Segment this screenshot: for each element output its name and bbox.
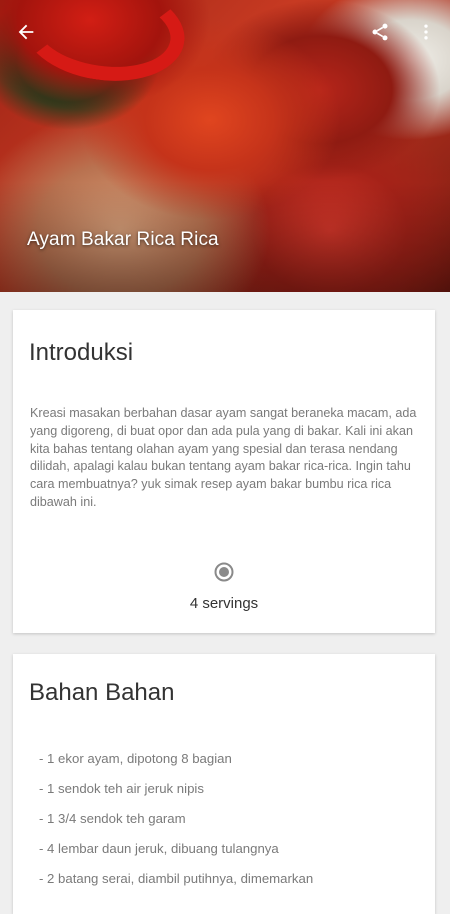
ingredient-item: - 1 3/4 sendok teh garam: [39, 811, 186, 826]
ingredient-item: - 1 ekor ayam, dipotong 8 bagian: [39, 751, 232, 766]
ingredient-item: - 2 batang serai, diambil putihnya, dime…: [39, 871, 314, 886]
servings-dot-icon: [214, 562, 234, 582]
intro-heading: Introduksi: [29, 339, 134, 366]
ingredient-item: - 4 lembar daun jeruk, dibuang tulangnya: [39, 841, 279, 856]
ingredients-heading: Bahan Bahan: [29, 679, 175, 706]
ingredients-list: - 1 ekor ayam, dipotong 8 bagian - 1 sen…: [39, 749, 313, 899]
share-icon: [372, 23, 388, 41]
recipe-title: Ayam Bakar Rica Rica: [27, 229, 219, 250]
share-button[interactable]: [362, 14, 398, 50]
servings-count: 4 servings: [189, 595, 259, 612]
more-options-button[interactable]: [408, 14, 444, 50]
arrow-back-icon: [18, 24, 34, 40]
ingredients-card: Bahan Bahan - 1 ekor ayam, dipotong 8 ba…: [13, 654, 435, 914]
back-button[interactable]: [8, 14, 44, 50]
ingredient-item: - 1 sendok teh air jeruk nipis: [39, 781, 204, 796]
more-vert-icon: [424, 24, 428, 40]
intro-card: Introduksi Kreasi masakan berbahan dasar…: [13, 310, 435, 633]
intro-description: Kreasi masakan berbahan dasar ayam sanga…: [30, 406, 417, 509]
